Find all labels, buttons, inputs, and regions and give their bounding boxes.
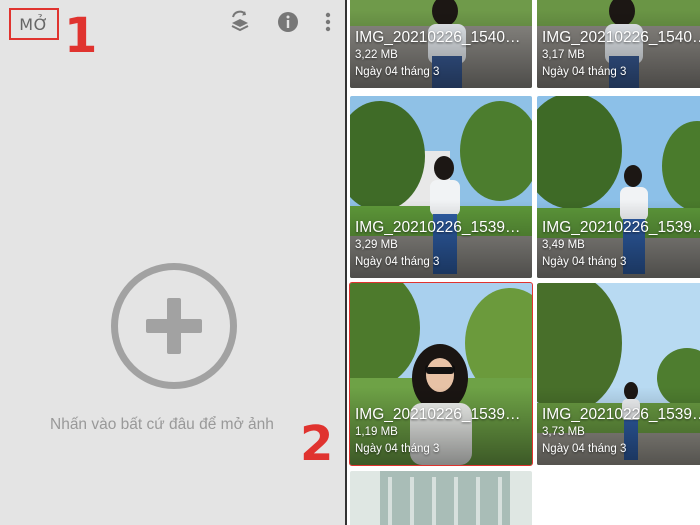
photo-name: IMG_20210226_1540… — [542, 29, 700, 46]
photo-meta: IMG_20210226_1540… 3,22 MB Ngày 04 tháng… — [355, 28, 520, 81]
photo-name: IMG_20210226_1539… — [355, 406, 521, 423]
photo-meta: IMG_20210226_1539… 3,29 MB Ngày 04 tháng… — [355, 218, 520, 271]
photo-name: IMG_20210226_1539… — [542, 219, 700, 236]
gallery-item-partial[interactable] — [350, 471, 532, 525]
photo-date: Ngày 04 tháng 3 — [542, 443, 627, 455]
photo-date: Ngày 04 tháng 3 — [542, 66, 627, 78]
info-icon[interactable] — [276, 10, 300, 34]
photo-size: 1,19 MB — [355, 426, 398, 438]
annotation-step-2: 2 — [300, 416, 334, 472]
photo-name: IMG_20210226_1539… — [542, 406, 700, 423]
photo-name: IMG_20210226_1540… — [355, 29, 521, 46]
gallery-item[interactable]: IMG_20210226_1540… 3,22 MB Ngày 04 tháng… — [350, 0, 532, 88]
photo-size: 3,29 MB — [355, 239, 398, 251]
photo-meta: IMG_20210226_1539… 3,49 MB Ngày 04 tháng… — [542, 218, 700, 271]
photo-size: 3,17 MB — [542, 49, 585, 61]
photo-meta: IMG_20210226_1540… 3,17 MB Ngày 04 tháng… — [542, 28, 700, 81]
photo-meta: IMG_20210226_1539… 1,19 MB Ngày 04 tháng… — [355, 405, 520, 458]
photo-gallery[interactable]: IMG_20210226_1540… 3,22 MB Ngày 04 tháng… — [347, 0, 700, 525]
open-photo-hint: Nhấn vào bất cứ đâu để mở ảnh — [50, 416, 274, 433]
gallery-item[interactable]: IMG_20210226_1540… 3,17 MB Ngày 04 tháng… — [537, 0, 700, 88]
photo-size: 3,49 MB — [542, 239, 585, 251]
photo-name: IMG_20210226_1539… — [355, 219, 521, 236]
editor-empty-panel[interactable]: MỞ 1 Nhấn vào bất cứ đâu để mở ảnh 2 — [0, 0, 345, 525]
more-vert-icon[interactable] — [316, 10, 340, 34]
gallery-item[interactable]: IMG_20210226_1539… 3,29 MB Ngày 04 tháng… — [350, 96, 532, 278]
photo-thumbnail — [350, 471, 532, 525]
photo-date: Ngày 04 tháng 3 — [355, 256, 440, 268]
photo-date: Ngày 04 tháng 3 — [542, 256, 627, 268]
photo-size: 3,73 MB — [542, 426, 585, 438]
gallery-item[interactable]: IMG_20210226_1539… 3,49 MB Ngày 04 tháng… — [537, 96, 700, 278]
photo-date: Ngày 04 tháng 3 — [355, 443, 440, 455]
photo-date: Ngày 04 tháng 3 — [355, 66, 440, 78]
annotation-step-1: 1 — [64, 8, 98, 64]
add-circle-icon[interactable] — [111, 263, 237, 389]
photo-size: 3,22 MB — [355, 49, 398, 61]
open-button[interactable]: MỞ — [9, 8, 59, 40]
gallery-item-selected[interactable]: IMG_20210226_1539… 1,19 MB Ngày 04 tháng… — [349, 282, 533, 466]
gallery-item[interactable]: IMG_20210226_1539… 3,73 MB Ngày 04 tháng… — [537, 283, 700, 465]
styles-icon[interactable] — [228, 10, 252, 34]
photo-meta: IMG_20210226_1539… 3,73 MB Ngày 04 tháng… — [542, 405, 700, 458]
